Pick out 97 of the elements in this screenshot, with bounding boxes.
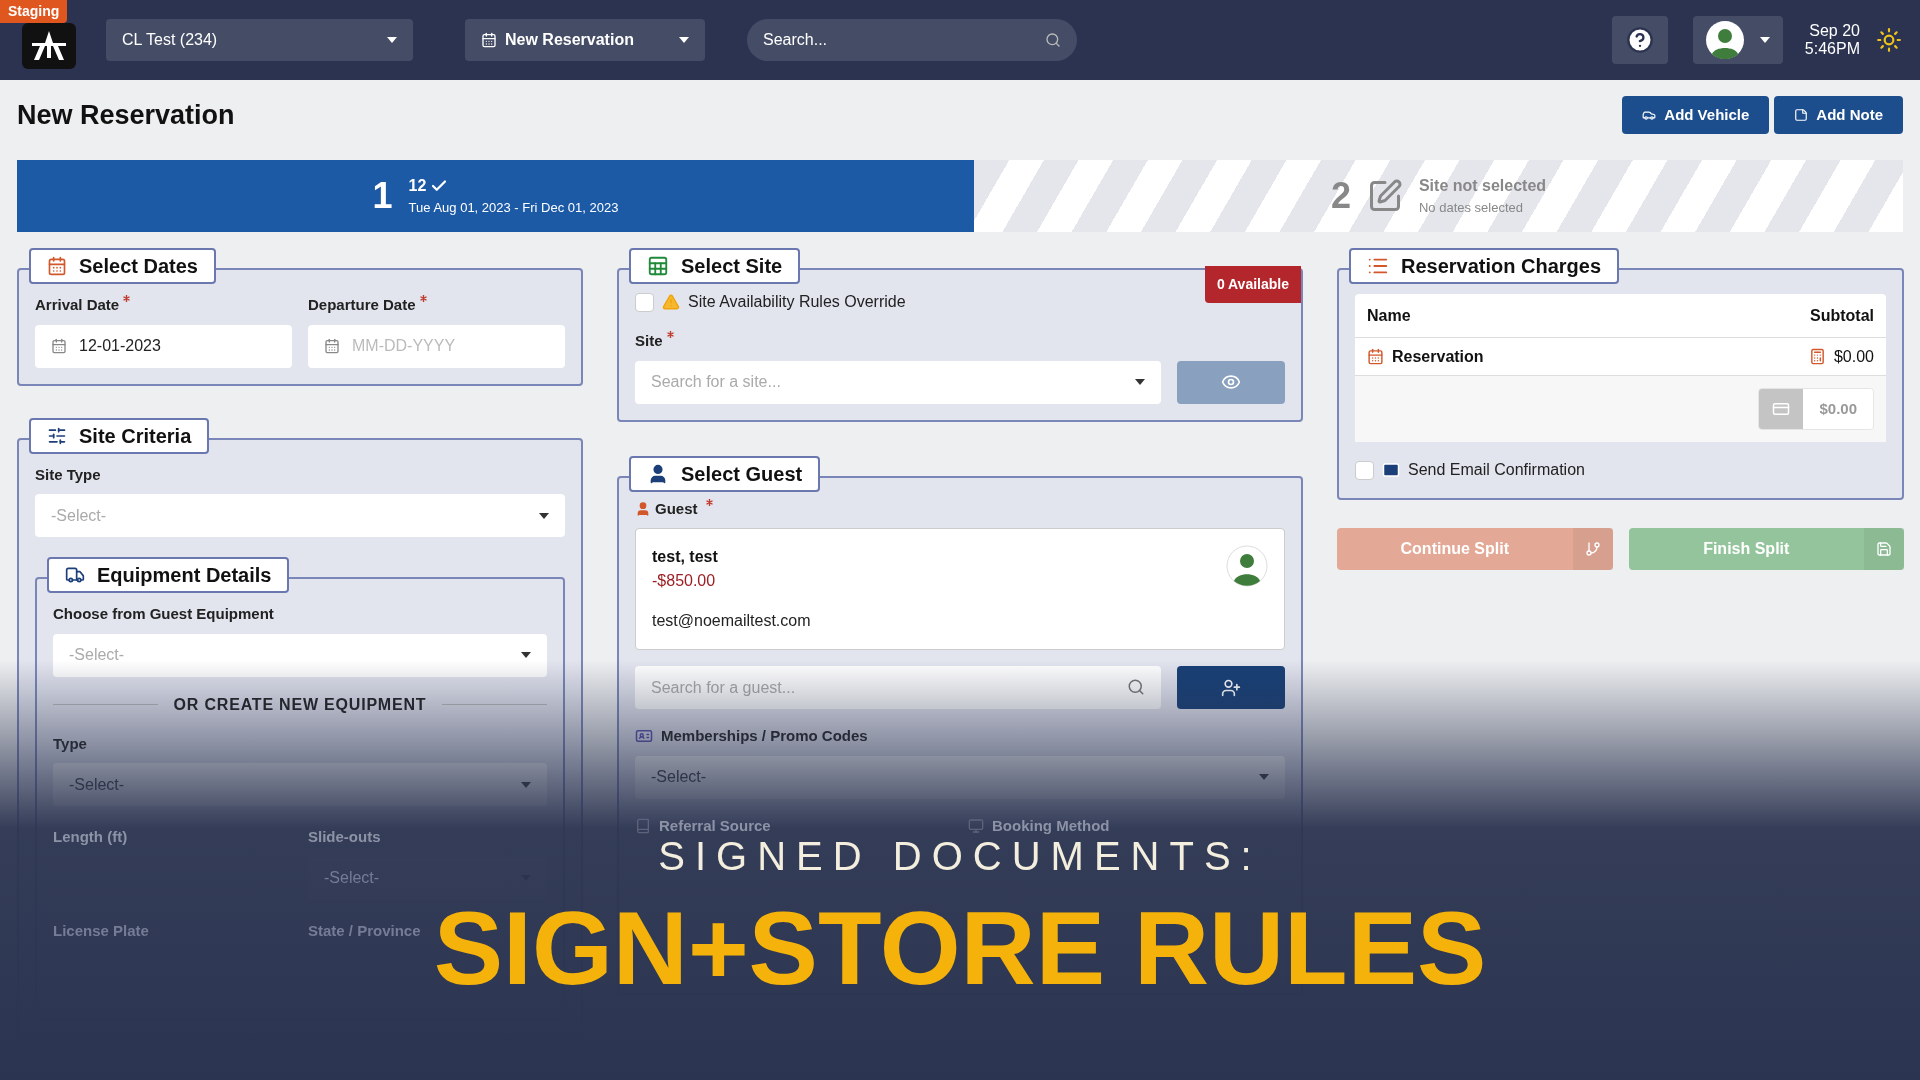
field-label: Memberships / Promo Codes <box>661 726 868 746</box>
caret-icon <box>539 512 549 519</box>
checkbox-label: Site Availability Rules Override <box>688 292 906 312</box>
add-note-button[interactable]: Add Note <box>1774 96 1903 134</box>
logo-icon <box>22 23 76 69</box>
grid-list-icon <box>647 255 669 277</box>
site-search-select[interactable]: Search for a site... <box>635 360 1161 404</box>
user-plus-icon <box>1221 677 1241 698</box>
section-title: Site Criteria <box>29 417 210 454</box>
environment-badge: Staging <box>0 0 68 23</box>
monitor-icon <box>968 817 984 834</box>
section-title: Select Guest <box>629 455 821 492</box>
field-label: Type <box>53 733 88 754</box>
section-title: Reservation Charges <box>1349 248 1620 284</box>
field-label: Site Type <box>35 464 102 485</box>
section-title: Select Site <box>629 248 801 284</box>
field-label: Length (ft) <box>53 827 129 847</box>
avatar-icon <box>1705 21 1744 59</box>
caret-icon <box>521 781 531 788</box>
caret-icon <box>1135 379 1145 385</box>
select-dropdown[interactable]: -Select- <box>635 755 1285 799</box>
calculator-icon[interactable] <box>1808 348 1826 365</box>
note-icon <box>1794 108 1809 122</box>
field-label: Choose from Guest Equipment <box>53 604 275 624</box>
select-dropdown[interactable]: -Select- <box>53 763 547 806</box>
guest-balance: -$850.00 <box>652 571 717 591</box>
calendar-icon <box>47 256 67 276</box>
caret-icon <box>1259 774 1269 780</box>
column-header: Subtotal <box>1810 305 1874 326</box>
avatar-icon <box>1226 545 1268 587</box>
guest-name: test, test <box>652 547 719 567</box>
eye-icon <box>1221 372 1241 392</box>
user-icon <box>635 500 651 517</box>
charge-subtotal: $0.00 <box>1833 346 1874 367</box>
search-icon <box>1045 32 1061 48</box>
calendar-icon <box>1367 348 1384 365</box>
car-icon <box>1642 108 1657 122</box>
field-label: License Plate <box>53 920 150 941</box>
caret-icon <box>387 37 397 43</box>
send-email-checkbox[interactable] <box>1355 460 1374 480</box>
field-label: Referral Source <box>659 815 771 836</box>
add-guest-button[interactable] <box>1177 666 1285 709</box>
page-title: New Reservation <box>17 98 235 132</box>
finish-split-button[interactable]: Finish Split <box>1628 528 1904 570</box>
field-label: Site <box>635 331 663 351</box>
time-text: 5:46PM <box>1804 40 1860 58</box>
guest-search-field[interactable]: Search for a guest... <box>635 666 1161 709</box>
checkbox-label: Send Email Confirmation <box>1408 460 1585 480</box>
calendar-icon <box>324 337 340 354</box>
step-indicator[interactable]: 2 Site not selected No dates selected <box>974 160 1903 232</box>
caret-icon <box>521 652 531 658</box>
search-field[interactable]: Search... <box>747 19 1077 61</box>
overlay-subtitle: SIGNED DOCUMENTS: <box>658 836 1262 876</box>
field-label: Arrival Date <box>35 295 120 315</box>
add-vehicle-button[interactable]: Add Vehicle <box>1622 96 1770 134</box>
truck-icon <box>65 565 85 585</box>
override-checkbox[interactable] <box>635 292 654 312</box>
theme-toggle-icon[interactable] <box>1876 27 1902 53</box>
divider-text: OR CREATE NEW EQUIPMENT <box>173 694 427 715</box>
guest-card[interactable]: test, test -$850.00 test@noemailtest.com <box>635 528 1285 650</box>
select-dropdown[interactable]: -Select- <box>35 494 565 537</box>
section-title: Equipment Details <box>47 557 290 593</box>
date-field[interactable]: MM-DD-YYYY <box>308 324 565 368</box>
availability-badge: 0 Available <box>1204 266 1301 303</box>
book-icon <box>635 817 651 834</box>
date-text: Sep 20 <box>1809 22 1860 40</box>
save-icon <box>1876 541 1892 557</box>
field-label: Departure Date <box>308 295 416 315</box>
view-site-button[interactable] <box>1177 360 1285 404</box>
step-indicator[interactable]: 1 12 Tue Aug 01, 2023 - Fri Dec 01, 2023 <box>17 160 974 232</box>
calendar-icon <box>481 32 497 48</box>
total-field: $0.00 <box>1758 388 1874 430</box>
sliders-icon <box>47 425 67 446</box>
guest-email: test@noemailtest.com <box>652 611 811 631</box>
field-label: Guest <box>655 498 698 519</box>
user-menu-button[interactable] <box>1692 16 1783 64</box>
park-select[interactable]: CL Test (234) <box>106 19 413 61</box>
section-title: Select Dates <box>29 248 216 284</box>
field-label: Booking Method <box>992 815 1110 836</box>
help-button[interactable] <box>1611 16 1668 64</box>
date-field[interactable]: 12-01-2023 <box>35 324 292 368</box>
field-label: State / Province <box>308 920 422 941</box>
search-icon <box>1127 678 1145 696</box>
caret-icon <box>1759 37 1770 43</box>
column-header: Name <box>1367 305 1411 326</box>
new-reservation-button[interactable]: New Reservation <box>465 19 705 61</box>
continue-split-button[interactable]: Continue Split <box>1337 528 1613 570</box>
calendar-icon <box>51 337 67 354</box>
mail-icon <box>1382 461 1400 479</box>
charge-name: Reservation <box>1392 346 1484 367</box>
credit-card-icon <box>1772 400 1791 418</box>
select-dropdown[interactable]: -Select- <box>53 633 547 677</box>
help-icon <box>1625 26 1654 54</box>
caret-icon <box>679 37 689 43</box>
branch-icon <box>1584 541 1601 557</box>
warning-icon <box>662 293 680 311</box>
field-label: Slide-outs <box>308 827 382 847</box>
